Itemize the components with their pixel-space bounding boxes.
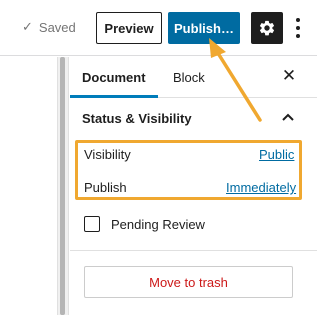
tab-block[interactable]: Block <box>173 57 205 98</box>
saved-status: ✓ Saved <box>22 19 76 35</box>
check-icon: ✓ <box>22 19 33 34</box>
settings-sidebar: Document Block ✕ Status & Visibility Vis… <box>70 57 317 315</box>
chevron-up-icon[interactable] <box>280 110 296 126</box>
close-sidebar-button[interactable]: ✕ <box>279 66 299 86</box>
publish-label: Publish <box>84 180 127 195</box>
panel-title[interactable]: Status & Visibility <box>82 111 192 126</box>
editor-window: ✓ Saved Preview Publish… Document Block … <box>0 0 317 315</box>
tab-document[interactable]: Document <box>82 57 146 98</box>
preview-button[interactable]: Preview <box>96 12 162 44</box>
divider <box>70 250 317 251</box>
gear-icon <box>259 20 275 36</box>
publish-button[interactable]: Publish… <box>168 12 240 44</box>
visibility-link[interactable]: Public <box>259 147 294 162</box>
sidebar-tabs: Document Block ✕ <box>70 57 317 98</box>
saved-label: Saved <box>38 19 76 35</box>
editor-canvas[interactable] <box>0 57 58 315</box>
scrollbar-thumb[interactable] <box>60 57 65 315</box>
vertical-ellipsis-icon <box>296 18 300 22</box>
move-to-trash-button[interactable]: Move to trash <box>84 266 293 298</box>
pending-review-label[interactable]: Pending Review <box>111 217 205 232</box>
visibility-label: Visibility <box>84 147 131 162</box>
active-tab-indicator <box>70 95 158 98</box>
more-options-button[interactable] <box>293 14 303 42</box>
pending-review-checkbox[interactable] <box>84 216 100 232</box>
close-icon: ✕ <box>281 66 297 85</box>
publish-date-link[interactable]: Immediately <box>226 180 296 195</box>
top-toolbar: ✓ Saved Preview Publish… <box>0 0 317 56</box>
settings-button[interactable] <box>251 12 283 44</box>
